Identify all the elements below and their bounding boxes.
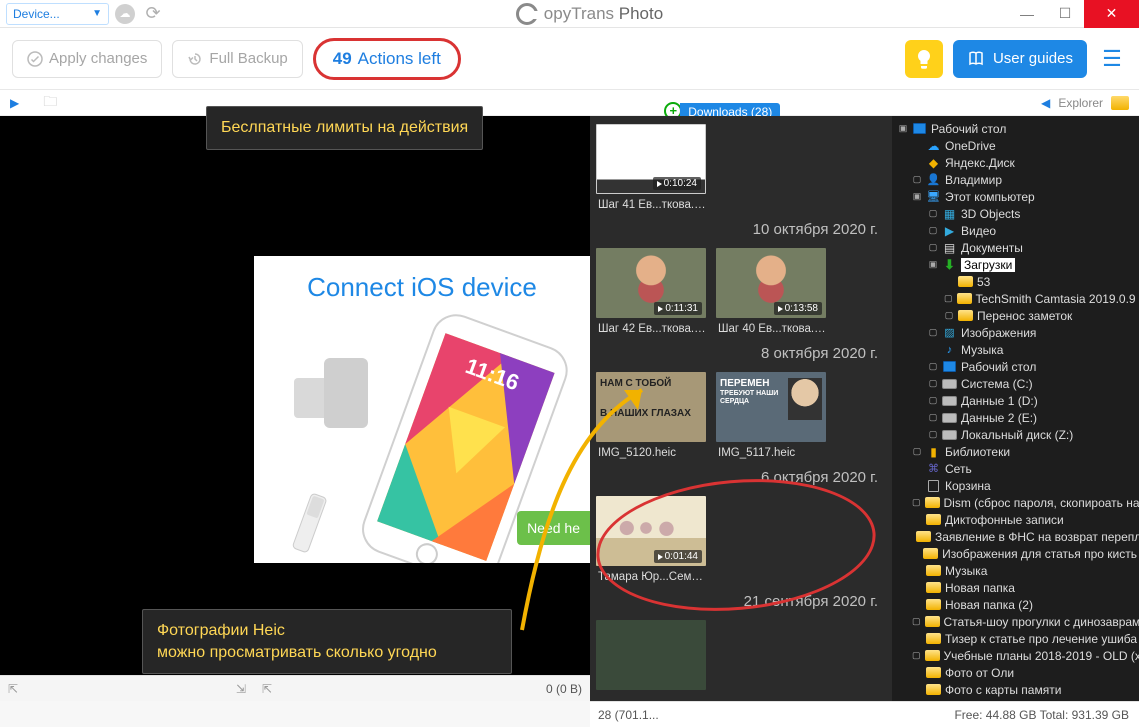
tree-node-desktop[interactable]: ▣Рабочий стол [894,120,1137,137]
device-label: Device... [13,7,60,21]
disk-status: Free: 44.88 GB Total: 931.39 GB [954,708,1129,722]
maximize-button[interactable]: ☐ [1046,0,1084,28]
book-icon [967,50,985,68]
status-left-value: 0 (0 B) [546,682,582,696]
tree-node-network[interactable]: ⌘Сеть [894,460,1137,477]
tree-node-3d[interactable]: ▢▦3D Objects [894,205,1137,222]
tree-node[interactable]: Фото с карты памяти [894,681,1137,698]
explorer-tree: ▣Рабочий стол ☁OneDrive ◆Яндекс.Диск ▢👤В… [892,116,1139,701]
annotation-heic: Фотографии Heic можно просматривать скол… [142,609,512,674]
status-left: ⇱ ⇲ [0,675,254,701]
sub-toolbar: ▶ 🗀 + Downloads (28) ▶ Explorer [0,90,1139,116]
thumb-item[interactable]: ПЕРЕМЕНТРЕБУЮТ НАШИ СЕРДЦА IMG_5117.heic [716,372,826,461]
explorer-label: Explorer [1058,96,1103,110]
status-right: 28 (701.1... Free: 44.88 GB Total: 931.3… [590,701,1139,727]
app-brand: opyTrans Photo [171,3,1008,25]
tree-node-user[interactable]: ▢👤Владимир [894,171,1137,188]
collapse-left-icon[interactable]: ⇱ [262,682,272,696]
tree-node[interactable]: Новая папка [894,579,1137,596]
tips-button[interactable] [905,40,943,78]
date-header: 6 октября 2020 г. [594,465,888,492]
thumbnails-panel: 0:10:24 Шаг 41 Ев...ткова.mp4 10 октября… [590,116,892,701]
full-backup-button[interactable]: Full Backup [172,40,302,78]
tree-node-docs[interactable]: ▢▤Документы [894,239,1137,256]
status-mid: ⇱ 0 (0 B) [254,675,590,701]
check-icon [27,51,43,67]
date-header: 21 сентября 2020 г. [594,589,888,616]
thumb-item[interactable]: НАМ С ТОБОЙВ НАШИХ ГЛАЗАХ IMG_5120.heic [596,372,706,461]
actions-count: 49 [333,49,352,69]
thumb-item[interactable]: 0:01:44 Тамара Юр...Семья.mp4 [596,496,706,585]
tree-node-downloads[interactable]: ▣⬇Загрузки [894,256,1137,273]
tree-node[interactable]: Тизер к статье про лечение ушиба [894,630,1137,647]
title-bar: Device... ▼ ☁ ⟳ opyTrans Photo — ☐ ✕ [0,0,1139,28]
date-header: 8 октября 2020 г. [594,341,888,368]
tree-node-desktop2[interactable]: ▢Рабочий стол [894,358,1137,375]
date-header: 10 октября 2020 г. [594,217,888,244]
brand-logo-icon [516,3,538,25]
tree-node-drive-c[interactable]: ▢Система (C:) [894,375,1137,392]
folder-icon[interactable] [1111,96,1129,110]
annotation-limits: Беслпатные лимиты на действия [206,106,483,150]
tree-node[interactable]: 53 [894,273,1137,290]
tree-node[interactable]: Диктофонные записи [894,511,1137,528]
thumb-item[interactable]: 0:11:31 Шаг 42 Ев...ткова.mp4 [596,248,706,337]
play-right-icon[interactable]: ▶ [10,96,19,110]
tree-node-music[interactable]: ♪Музыка [894,341,1137,358]
connect-area: Connect iOS device 11:16 [254,256,590,563]
tree-node[interactable]: ▢Учебные планы 2018-2019 - OLD (хр [894,647,1137,664]
tree-node-yandex[interactable]: ◆Яндекс.Диск [894,154,1137,171]
thumb-item[interactable] [596,620,706,690]
tree-node[interactable]: Заявление в ФНС на возврат перепл [894,528,1137,545]
cloud-icon[interactable]: ☁ [115,4,135,24]
tree-node-pictures[interactable]: ▢▨Изображения [894,324,1137,341]
close-button[interactable]: ✕ [1084,0,1139,28]
tree-node[interactable]: ▢TechSmith Camtasia 2019.0.9 R [894,290,1137,307]
collapse-right-icon[interactable]: ⇲ [236,682,246,696]
thumb-item[interactable]: 0:10:24 Шаг 41 Ев...ткова.mp4 [596,124,706,213]
tree-node[interactable]: ▢Статья-шоу прогулки с динозаврам [894,613,1137,630]
mid-status-value: 28 (701.1... [598,708,659,722]
history-icon [187,51,203,67]
tree-node-pc[interactable]: ▣🖥Этот компьютер [894,188,1137,205]
chevron-down-icon: ▼ [92,8,102,19]
refresh-icon[interactable]: ⟳ [143,4,163,24]
tree-node[interactable]: Новая папка (2) [894,596,1137,613]
tree-node[interactable]: Изображения для статья про кисть [894,545,1137,562]
tree-node[interactable]: Фото от Оли [894,664,1137,681]
thumb-item[interactable]: 0:13:58 Шаг 40 Ев...ткова.mp4 [716,248,826,337]
play-left-icon[interactable]: ▶ [1041,96,1050,110]
need-help-button[interactable]: Need he [517,511,590,545]
tree-node-video[interactable]: ▢▶Видео [894,222,1137,239]
collapse-left-icon[interactable]: ⇱ [8,682,18,696]
tree-node-libraries[interactable]: ▢▮Библиотеки [894,443,1137,460]
tree-node-onedrive[interactable]: ☁OneDrive [894,137,1137,154]
tree-node[interactable]: ▢Перенос заметок [894,307,1137,324]
menu-button[interactable]: ☰ [1097,46,1127,72]
actions-label: Actions left [358,49,441,69]
connect-title: Connect iOS device [307,272,537,303]
tree-node-trash[interactable]: Корзина [894,477,1137,494]
user-guides-button[interactable]: User guides [953,40,1087,78]
tree-node-drive-z[interactable]: ▢Локальный диск (Z:) [894,426,1137,443]
device-select[interactable]: Device... ▼ [6,3,109,25]
tree-node-drive-e[interactable]: ▢Данные 2 (E:) [894,409,1137,426]
tree-node-drive-d[interactable]: ▢Данные 1 (D:) [894,392,1137,409]
apply-changes-button[interactable]: Apply changes [12,40,162,78]
toolbar: Apply changes Full Backup 49 Actions lef… [0,28,1139,90]
actions-left-pill[interactable]: 49 Actions left [313,38,461,80]
tree-node[interactable]: Музыка [894,562,1137,579]
minimize-button[interactable]: — [1008,0,1046,28]
bulb-icon [914,48,934,70]
album-open-icon[interactable]: 🗀 [43,91,57,115]
tree-node[interactable]: ▢Dism (сброс пароля, скопироать на у [894,494,1137,511]
